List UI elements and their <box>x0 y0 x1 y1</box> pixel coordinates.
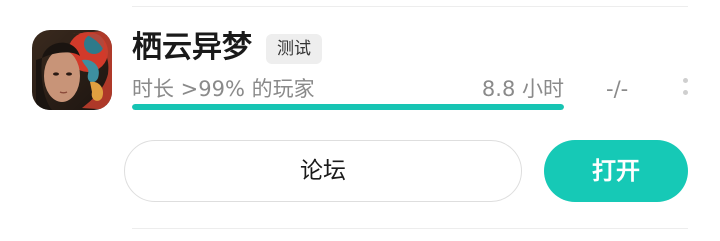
open-button[interactable]: 打开 <box>544 140 688 202</box>
playtime-progress-fill <box>132 104 564 110</box>
more-options-icon[interactable] <box>680 78 690 100</box>
test-badge: 测试 <box>266 34 322 64</box>
playtime-percentile-label: 时长 >99% 的玩家 <box>132 77 315 101</box>
playtime-hours: 8.8 小时 <box>481 77 564 101</box>
game-art-icon <box>32 30 112 110</box>
rating-score: -/- <box>606 77 629 101</box>
game-title[interactable]: 栖云异梦 <box>132 26 252 70</box>
more-dot <box>682 90 688 95</box>
game-app-icon[interactable] <box>32 30 112 110</box>
more-dot <box>682 78 688 83</box>
top-divider <box>132 6 688 7</box>
forum-button[interactable]: 论坛 <box>124 140 522 202</box>
bottom-divider <box>132 228 688 229</box>
playtime-progress-bar <box>132 104 564 110</box>
